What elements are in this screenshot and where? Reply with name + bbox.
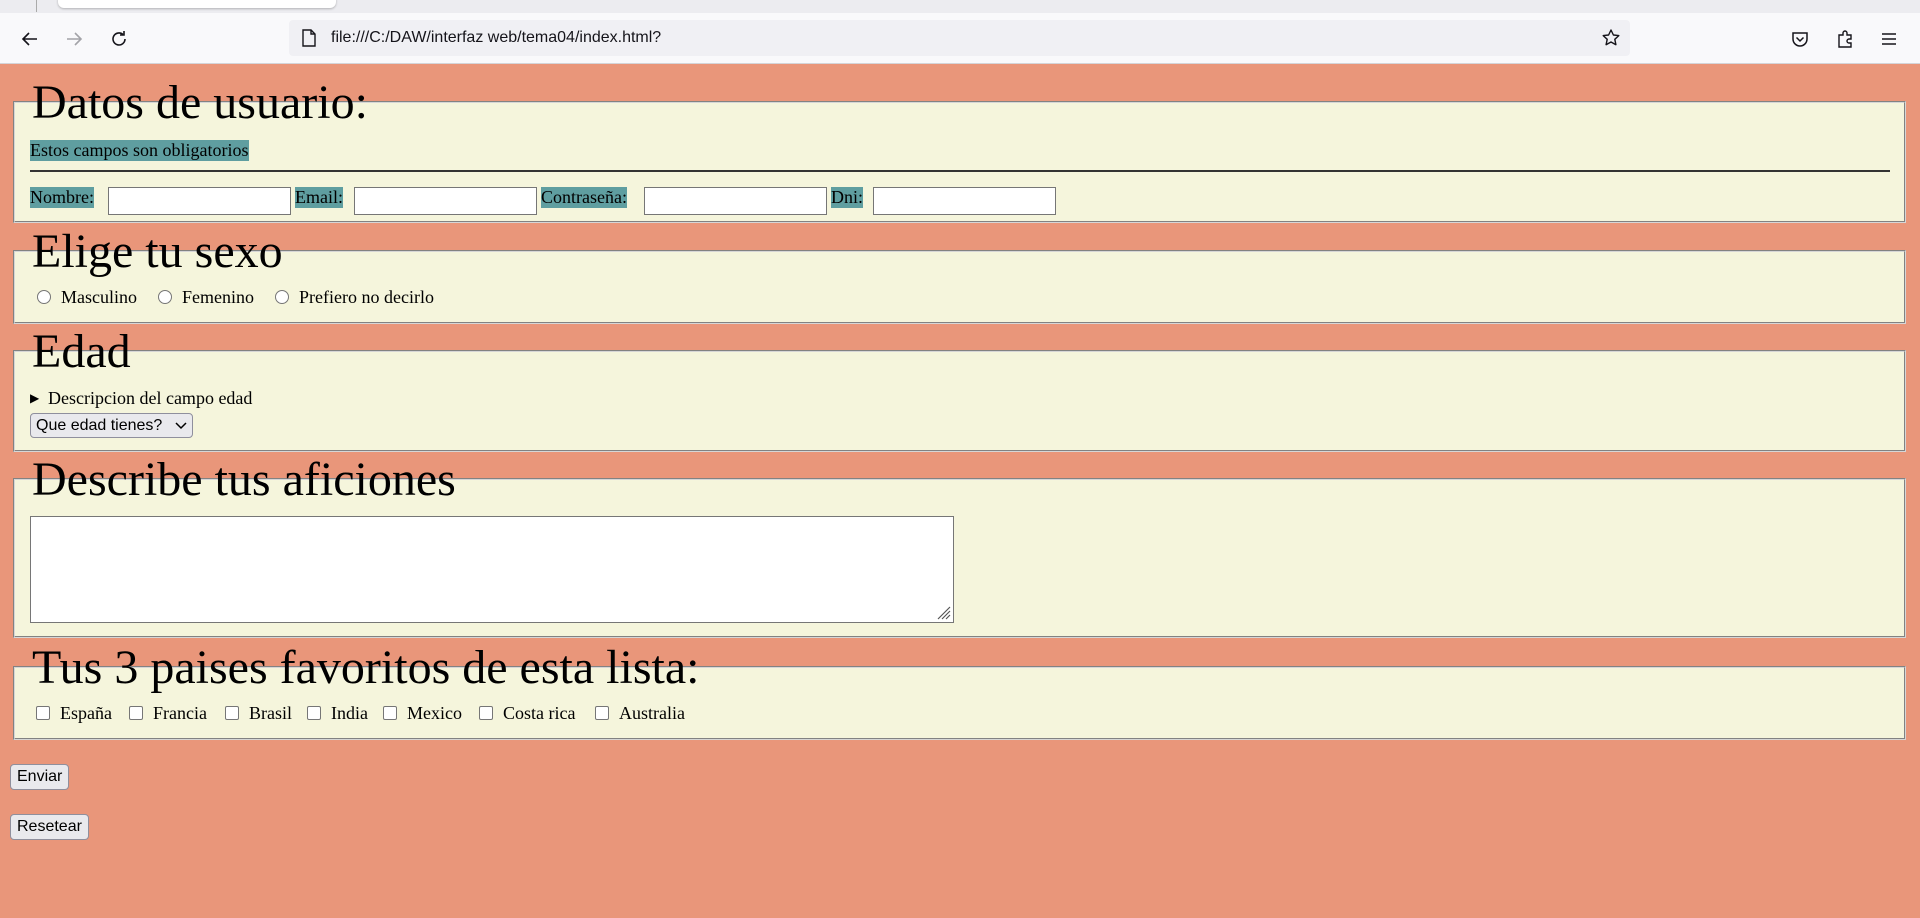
age-legend: Edad [32,325,131,378]
password-input[interactable] [644,187,827,215]
checkbox-francia[interactable] [129,706,143,720]
submit-button[interactable]: Enviar [10,764,70,790]
checkbox-label-brasil: Brasil [249,703,292,723]
checkbox-australia[interactable] [595,706,609,720]
checkbox-brasil[interactable] [225,706,239,720]
back-arrow-icon[interactable] [17,26,43,52]
password-label: Contraseña: [541,187,627,208]
checkbox-label-mexico: Mexico [407,703,462,723]
radio-label-prefiero-no-decirlo: Prefiero no decirlo [299,287,434,307]
reload-icon[interactable] [106,26,132,52]
tab-separator [36,0,37,12]
browser-toolbar: file:///C:/DAW/interfaz web/tema04/index… [0,13,1920,64]
user-data-legend: Datos de usuario: [32,76,368,129]
checkbox-label-india: India [331,703,368,723]
countries-fieldset: Tus 3 paises favoritos de esta lista: Es… [13,642,1906,740]
divider [30,170,1890,172]
radio-femenino[interactable] [158,290,172,304]
age-select-value: Que edad tienes? [36,416,163,434]
email-label: Email: [295,187,343,208]
checkbox-label-espana: España [60,703,112,723]
radio-label-femenino: Femenino [182,287,254,307]
email-input[interactable] [354,187,537,215]
url-bar[interactable]: file:///C:/DAW/interfaz web/tema04/index… [289,20,1630,56]
nombre-label: Nombre: [30,187,94,208]
forward-arrow-icon[interactable] [61,26,87,52]
checkbox-india[interactable] [307,706,321,720]
hobbies-legend: Describe tus aficiones [32,453,456,506]
countries-legend: Tus 3 paises favoritos de esta lista: [32,641,700,694]
dni-label: Dni: [831,187,864,208]
age-fieldset: Edad ▶ Descripcion del campo edad Que ed… [13,326,1906,452]
radio-masculino[interactable] [37,290,51,304]
age-select[interactable]: Que edad tienes? [30,413,193,438]
reset-button[interactable]: Resetear [10,814,89,840]
tab-strip [0,0,1920,13]
bookmark-star-icon[interactable] [1600,27,1622,49]
radio-label-masculino: Masculino [61,287,137,307]
pocket-icon[interactable] [1787,26,1813,52]
age-details-summary[interactable]: Descripcion del campo edad [48,388,252,409]
url-text: file:///C:/DAW/interfaz web/tema04/index… [331,29,662,46]
user-data-fieldset: Datos de usuario: Estos campos son oblig… [13,77,1906,223]
active-tab[interactable] [58,0,336,8]
checkbox-mexico[interactable] [383,706,397,720]
chevron-down-icon [175,421,187,430]
checkbox-label-australia: Australia [619,703,685,723]
hobbies-textarea[interactable] [30,516,954,623]
extensions-icon[interactable] [1832,26,1858,52]
checkbox-costa-rica[interactable] [479,706,493,720]
page-icon [299,28,319,48]
hobbies-fieldset: Describe tus aficiones [13,454,1906,638]
required-note: Estos campos son obligatorios [30,140,249,161]
gender-fieldset: Elige tu sexo Masculino Femenino Prefier… [13,226,1906,324]
radio-prefiero-no-decirlo[interactable] [275,290,289,304]
checkbox-espana[interactable] [36,706,50,720]
gender-legend: Elige tu sexo [32,225,283,278]
resize-handle-icon[interactable] [935,604,951,620]
nombre-input[interactable] [108,187,291,215]
dni-input[interactable] [873,187,1056,215]
details-triangle-icon[interactable]: ▶ [30,391,39,406]
checkbox-label-costa-rica: Costa rica [503,703,576,723]
checkbox-label-francia: Francia [153,703,207,723]
menu-icon[interactable] [1876,26,1902,52]
